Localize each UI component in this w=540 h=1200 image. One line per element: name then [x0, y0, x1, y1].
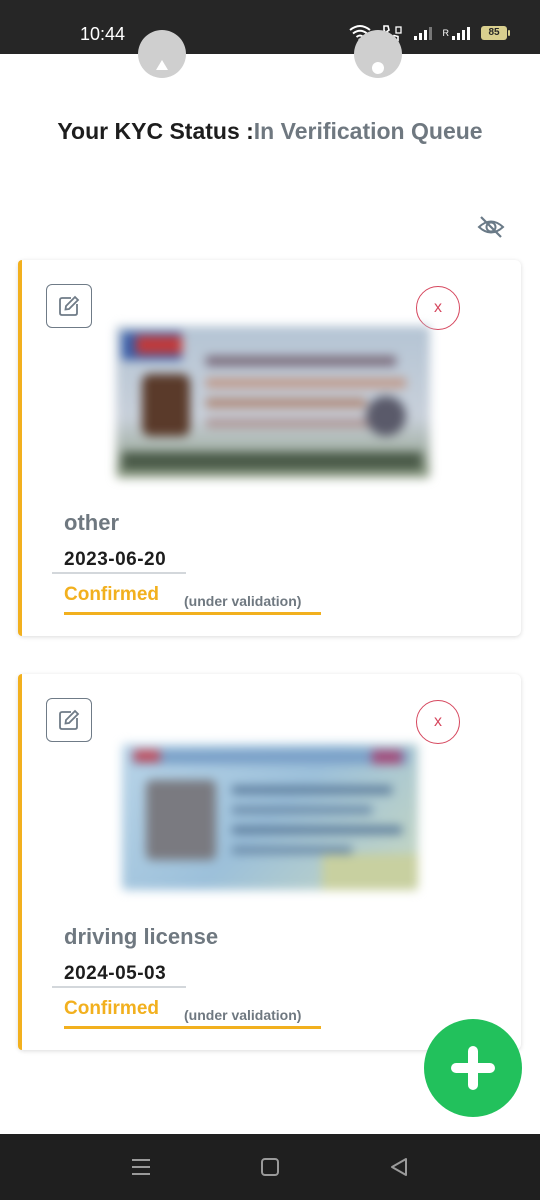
driving-license-image[interactable] — [122, 744, 418, 890]
card-accent-bar — [18, 674, 22, 1050]
status-bar: 10:44 R 85 — [0, 0, 540, 54]
date-underline — [52, 986, 186, 988]
document-card: x driving license 2024-05-03 Confirmed (… — [18, 674, 521, 1050]
document-date: 2024-05-03 — [64, 963, 167, 984]
document-status-note: (under validation) — [184, 1007, 302, 1023]
back-icon[interactable] — [386, 1154, 412, 1180]
document-status-note: (under validation) — [184, 593, 302, 609]
status-time: 10:44 — [80, 24, 126, 44]
kyc-status-value: In Verification Queue — [253, 118, 483, 144]
battery-icon: 85 — [481, 26, 510, 40]
kyc-status-heading: Your KYC Status :In Verification Queue — [0, 118, 540, 145]
status-underline — [64, 612, 321, 615]
edit-button[interactable] — [46, 284, 92, 328]
document-card: x other 2023-06-20 Confirmed (under vali… — [18, 260, 521, 636]
edit-icon — [59, 709, 80, 730]
document-type: other — [64, 510, 119, 535]
home-icon[interactable] — [257, 1154, 283, 1180]
signal-icon — [413, 27, 432, 40]
scrolled-step-icon-1 — [138, 30, 186, 78]
scrolled-step-icon-2 — [354, 30, 402, 78]
signal-icon-2 — [452, 27, 470, 40]
edit-icon — [59, 295, 80, 316]
add-document-button[interactable] — [424, 1019, 522, 1117]
remove-document-button[interactable]: x — [416, 700, 460, 744]
kyc-screen: 10:44 R 85 Your KYC Status:In Verificat… — [0, 0, 540, 1200]
document-status: Confirmed — [64, 998, 159, 1019]
eye-off-icon[interactable] — [476, 212, 506, 242]
document-date: 2023-06-20 — [64, 549, 167, 570]
edit-button[interactable] — [46, 698, 92, 742]
menu-icon[interactable] — [128, 1154, 154, 1180]
remove-document-button[interactable]: x — [416, 286, 460, 330]
id-card-image[interactable] — [116, 326, 430, 478]
document-type: driving license — [64, 924, 219, 949]
card-accent-bar — [18, 260, 22, 636]
plus-icon — [451, 1046, 495, 1090]
date-underline — [52, 572, 186, 574]
status-underline — [64, 1026, 321, 1029]
roaming-indicator: R — [442, 28, 450, 38]
document-status: Confirmed — [64, 584, 159, 605]
battery-level: 85 — [481, 26, 507, 40]
kyc-status-label: Your KYC Status : — [57, 118, 254, 144]
navigation-bar — [0, 1134, 540, 1200]
